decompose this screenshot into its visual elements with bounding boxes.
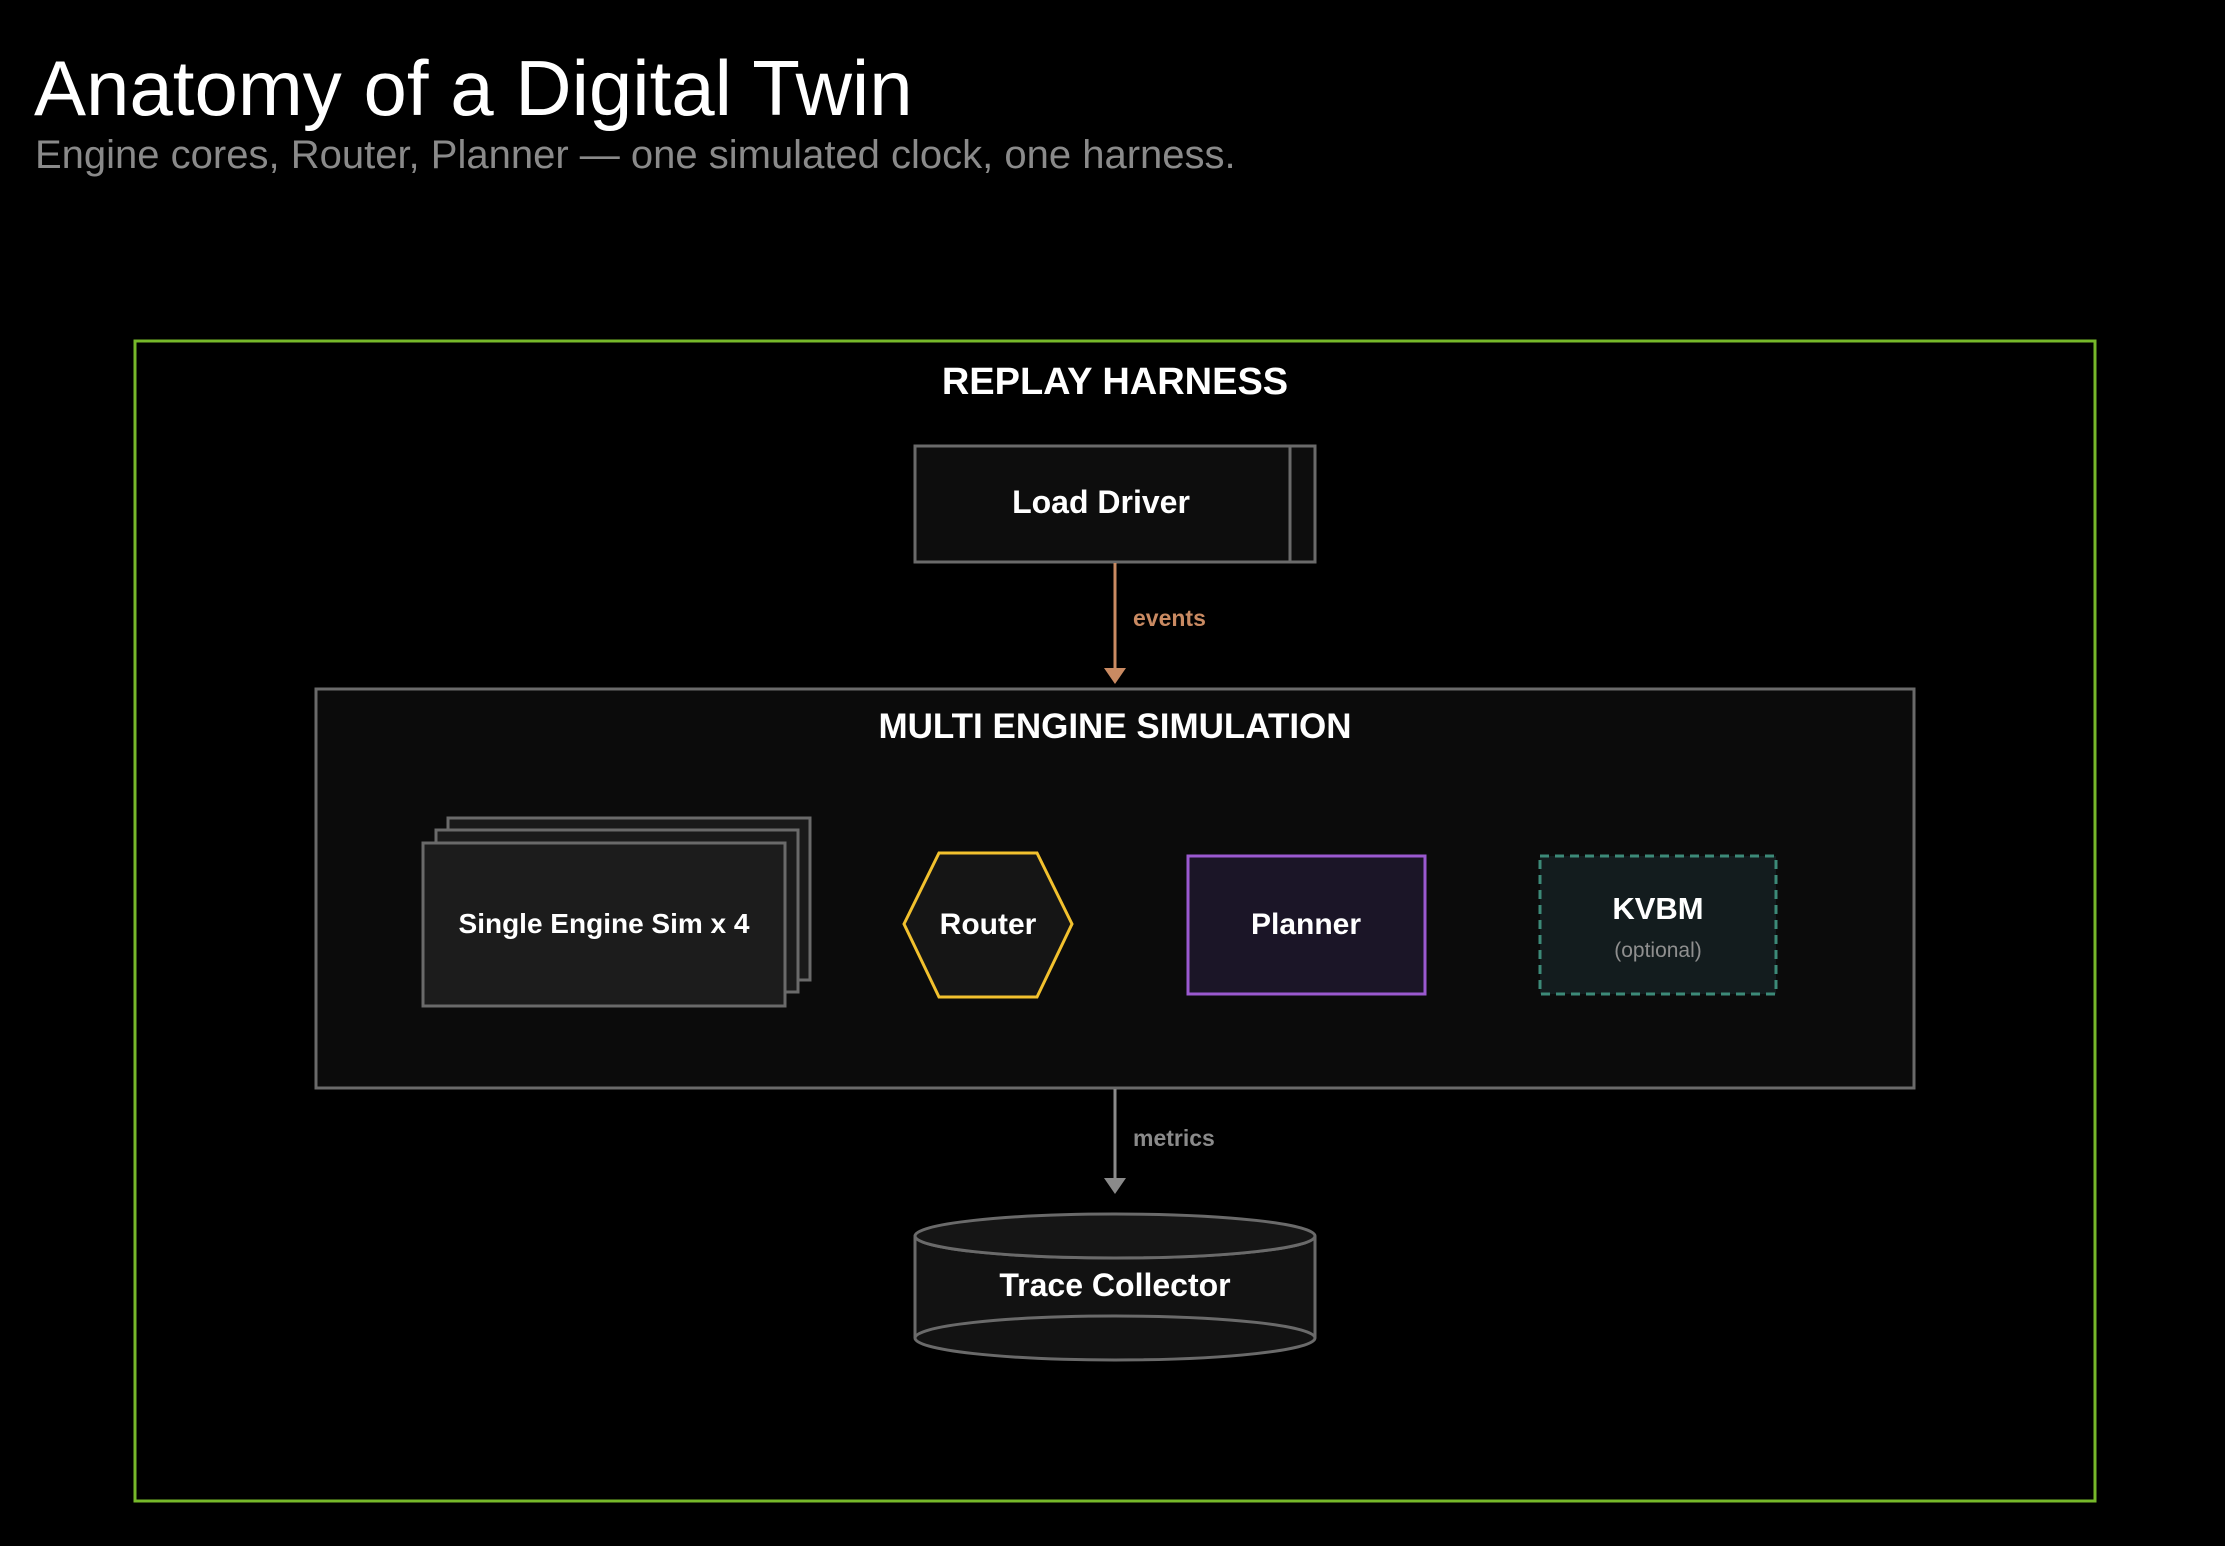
planner-label: Planner bbox=[1251, 908, 1361, 941]
events-edge: events bbox=[1104, 563, 1206, 684]
engine-sim-label: Single Engine Sim x 4 bbox=[459, 908, 750, 939]
router-node: Router bbox=[902, 851, 1074, 999]
trace-collector-node: Trace Collector bbox=[913, 1212, 1317, 1362]
engine-sim-stack: Single Engine Sim x 4 bbox=[421, 816, 812, 1008]
metrics-edge: metrics bbox=[1104, 1089, 1215, 1194]
kvbm-node: KVBM (optional) bbox=[1538, 854, 1778, 996]
replay-harness-label: REPLAY HARNESS bbox=[942, 361, 1288, 403]
multi-engine-simulation-label: MULTI ENGINE SIMULATION bbox=[878, 707, 1351, 746]
load-driver-label: Load Driver bbox=[1012, 484, 1190, 520]
load-driver-node: Load Driver bbox=[913, 444, 1317, 564]
events-label: events bbox=[1133, 605, 1206, 631]
trace-collector-cylinder-top bbox=[913, 1212, 1317, 1260]
kvbm-label: KVBM bbox=[1612, 891, 1703, 926]
kvbm-optional-note: (optional) bbox=[1614, 939, 1702, 962]
router-label: Router bbox=[940, 908, 1037, 941]
metrics-label: metrics bbox=[1133, 1125, 1215, 1151]
planner-node: Planner bbox=[1186, 854, 1427, 996]
digital-twin-diagram: REPLAY HARNESS Load Driver events MULTI … bbox=[133, 339, 2097, 1503]
metrics-arrowhead bbox=[1104, 1178, 1126, 1194]
events-arrowhead bbox=[1104, 668, 1126, 684]
trace-collector-label: Trace Collector bbox=[999, 1267, 1230, 1303]
